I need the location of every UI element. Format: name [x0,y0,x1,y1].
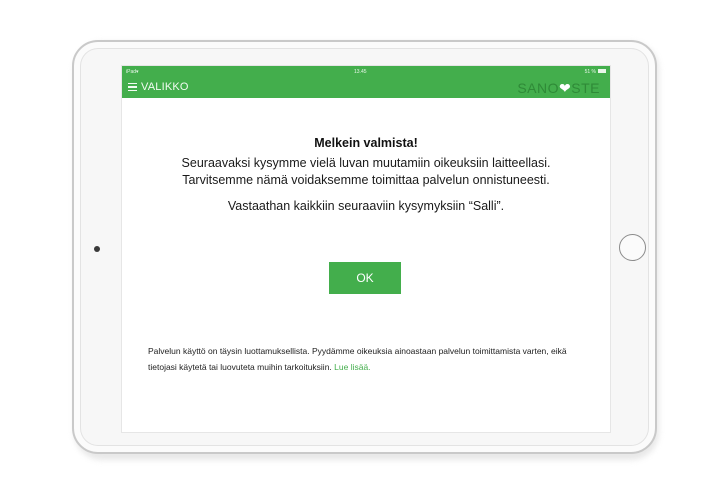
logo-text-left: SANO [517,80,560,96]
read-more-link[interactable]: Lue lisää. [334,362,370,372]
clock: 13.45 [354,69,367,75]
menu-label: VALIKKO [141,81,189,93]
nav-bar: VALIKKO SANO❤STE [122,77,610,98]
battery-text: 51 % [584,69,596,75]
message-line-3: Vastaathan kaikkiin seuraaviin kysymyksi… [227,199,505,213]
menu-button[interactable]: VALIKKO [128,81,189,93]
privacy-notice: Palvelun käyttö on täysin luottamukselli… [148,343,590,375]
app-screen: iPad ▾ 13.45 51 % VALIKKO SANO❤STE Melke… [122,66,610,432]
wifi-icon: ▾ [136,69,139,75]
ok-button[interactable]: OK [329,262,401,294]
dialog-message: Seuraavaksi kysymme vielä luvan muutamii… [122,155,610,215]
dialog-title: Melkein valmista! [314,136,418,150]
hamburger-icon [128,83,137,91]
home-button[interactable] [619,234,646,261]
camera-icon [94,246,100,252]
device-label: iPad [126,69,137,75]
app-logo: SANO❤STE [517,80,600,97]
battery-icon [598,69,606,73]
logo-text-right: STE [571,80,600,96]
message-line-1: Seuraavaksi kysymme vielä luvan muutamii… [181,156,551,170]
message-line-2: Tarvitsemme nämä voidaksemme toimittaa p… [182,173,550,187]
heart-icon: ❤ [559,80,572,96]
status-bar: iPad ▾ 13.45 51 % [122,66,610,77]
